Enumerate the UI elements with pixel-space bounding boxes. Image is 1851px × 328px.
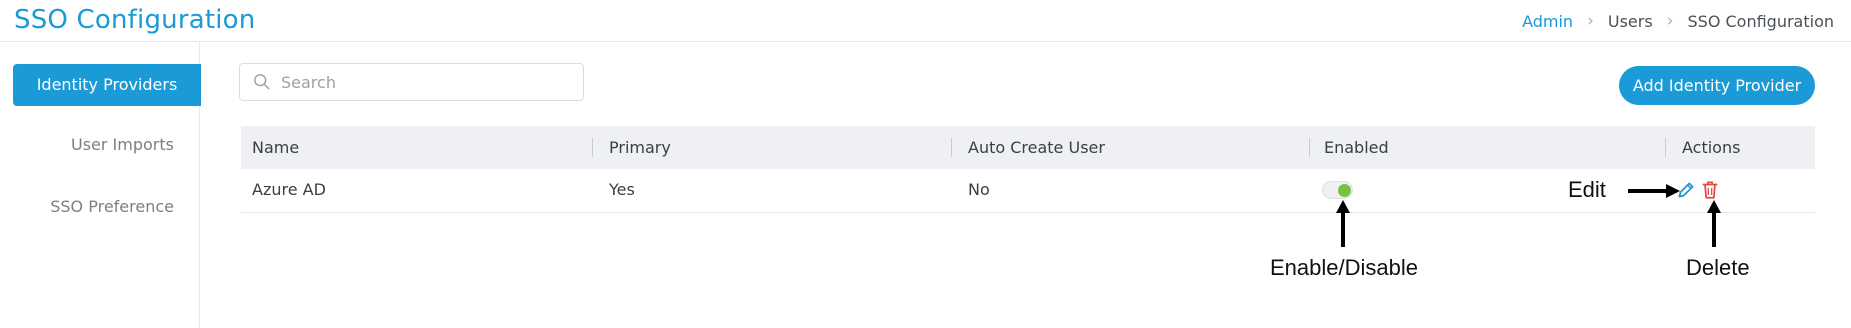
trash-icon[interactable] — [1699, 179, 1721, 201]
column-divider — [592, 138, 593, 157]
column-header-actions: Actions — [1682, 138, 1741, 157]
add-identity-provider-button[interactable]: Add Identity Provider — [1619, 66, 1815, 105]
column-header-enabled: Enabled — [1324, 138, 1389, 157]
enabled-toggle[interactable] — [1322, 181, 1353, 199]
cell-name: Azure AD — [252, 180, 326, 199]
breadcrumb-users[interactable]: Users — [1608, 12, 1653, 31]
cell-auto-create-user: No — [968, 180, 990, 199]
sidebar-item-identity-providers[interactable]: Identity Providers — [13, 64, 201, 106]
search-icon — [254, 74, 270, 90]
column-divider — [951, 138, 952, 157]
sidebar-item-sso-preference[interactable]: SSO Preference — [13, 186, 201, 228]
breadcrumb-admin[interactable]: Admin — [1522, 12, 1573, 31]
search-box — [239, 63, 584, 101]
annotation-edit-label: Edit — [1568, 177, 1606, 202]
chevron-right-icon: › — [1587, 11, 1594, 31]
arrow-up-icon — [1336, 200, 1350, 247]
breadcrumb-current: SSO Configuration — [1687, 11, 1835, 31]
page-title: SSO Configuration — [14, 5, 256, 35]
annotation-delete-label: Delete — [1686, 255, 1750, 280]
breadcrumb: Admin › Users › SSO Configuration — [1522, 11, 1834, 31]
arrow-up-icon — [1707, 200, 1721, 247]
column-header-name: Name — [252, 138, 300, 157]
cell-primary: Yes — [609, 180, 635, 199]
arrow-right-icon — [1628, 184, 1680, 198]
column-header-auto-create-user: Auto Create User — [968, 138, 1105, 157]
chevron-right-icon: › — [1666, 11, 1674, 31]
search-input[interactable] — [279, 71, 573, 93]
table-header: Name Primary Auto Create User Enabled Ac… — [241, 126, 1815, 169]
sidebar-item-user-imports[interactable]: User Imports — [13, 124, 201, 166]
column-divider — [1309, 138, 1310, 157]
page-header: SSO Configuration Admin › Users › SSO Co… — [0, 0, 1851, 42]
toggle-knob — [1338, 184, 1351, 197]
column-header-primary: Primary — [609, 138, 671, 157]
column-divider — [1665, 138, 1666, 157]
annotation-enable-disable-label: Enable/Disable — [1270, 255, 1418, 280]
sidebar: Identity Providers User Imports SSO Pref… — [0, 42, 201, 328]
